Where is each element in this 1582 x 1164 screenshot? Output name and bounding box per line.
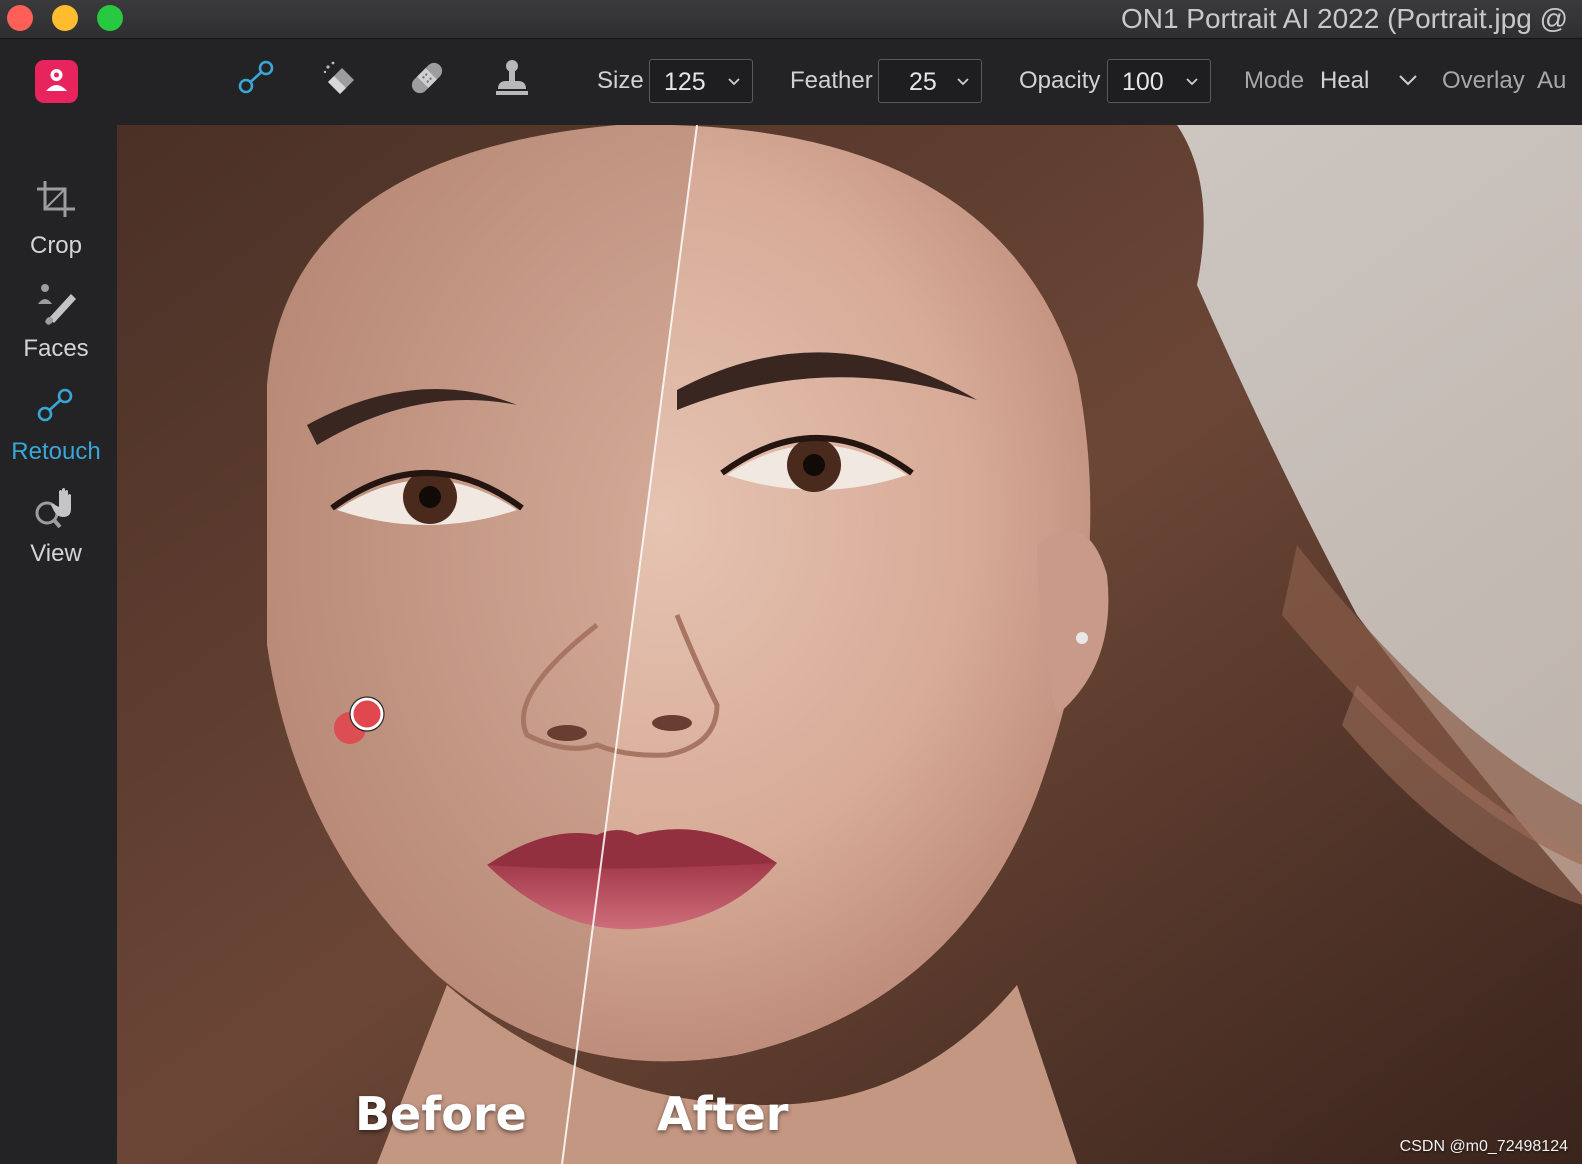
app-logo[interactable] — [35, 60, 78, 103]
clone-stamp-icon — [496, 60, 528, 95]
clone-stamp-tool-button[interactable] — [489, 55, 535, 101]
window-title: ON1 Portrait AI 2022 (Portrait.jpg @ — [1120, 3, 1568, 34]
after-label: After — [657, 1087, 789, 1141]
chevron-down-icon — [1186, 78, 1198, 86]
chevron-down-icon — [957, 78, 969, 86]
size-label: Size — [597, 67, 644, 94]
watermark-text: CSDN @m0_72498124 — [1399, 1138, 1568, 1155]
zoom-window-button[interactable] — [97, 5, 123, 31]
portrait-logo-icon — [46, 69, 67, 91]
bandaid-icon — [411, 62, 443, 94]
crop-icon — [37, 181, 75, 217]
sidebar-item-retouch[interactable]: Retouch — [0, 383, 112, 478]
chevron-down-icon — [728, 78, 740, 86]
sidebar-item-label: Crop — [29, 232, 83, 259]
left-sidebar: Crop Faces Retouch View — [0, 125, 117, 1164]
before-label: Before — [355, 1087, 527, 1141]
opacity-select[interactable]: 100 — [1107, 59, 1211, 103]
sidebar-item-crop[interactable]: Crop — [0, 177, 112, 272]
view-icon — [35, 488, 71, 529]
auto-button[interactable]: Au — [1537, 67, 1566, 95]
feather-label: Feather — [790, 67, 873, 94]
minimize-window-button[interactable] — [52, 5, 78, 31]
close-window-button[interactable] — [7, 5, 33, 31]
sidebar-item-label: View — [30, 540, 82, 567]
top-toolbar: Size 125 Feather 25 Opacity 100 Mode Hea… — [0, 39, 1582, 125]
retouch-tool-button[interactable] — [234, 55, 280, 101]
photo-canvas[interactable]: Before After CSDN @m0_72498124 — [117, 125, 1582, 1164]
opacity-label: Opacity — [1019, 67, 1101, 94]
title-bar: ON1 Portrait AI 2022 (Portrait.jpg @ — [0, 0, 1582, 39]
app-window: ON1 Portrait AI 2022 (Portrait.jpg @ Siz… — [0, 0, 1582, 1164]
sidebar-item-label: Faces — [23, 335, 89, 362]
retouch-icon — [37, 388, 73, 422]
overlay-toggle[interactable]: Overlay — [1442, 67, 1525, 95]
eraser-tool-button[interactable] — [318, 55, 364, 101]
sidebar-item-view[interactable]: View — [0, 485, 112, 580]
opacity-value: 100 — [1122, 68, 1164, 96]
mode-select[interactable]: Heal — [1320, 67, 1369, 95]
sidebar-item-faces[interactable]: Faces — [0, 280, 112, 375]
bandaid-tool-button[interactable] — [404, 55, 450, 101]
feather-select[interactable]: 25 — [878, 59, 982, 103]
chevron-down-icon[interactable] — [1397, 72, 1419, 88]
size-select[interactable]: 125 — [649, 59, 753, 103]
portrait-photo — [117, 125, 1582, 1164]
feather-value: 25 — [909, 68, 937, 96]
mode-label: Mode — [1244, 67, 1305, 94]
sidebar-item-label: Retouch — [11, 438, 101, 465]
eraser-icon — [323, 61, 354, 94]
size-value: 125 — [664, 68, 706, 96]
faces-icon — [38, 284, 76, 325]
retouch-icon — [238, 60, 274, 94]
